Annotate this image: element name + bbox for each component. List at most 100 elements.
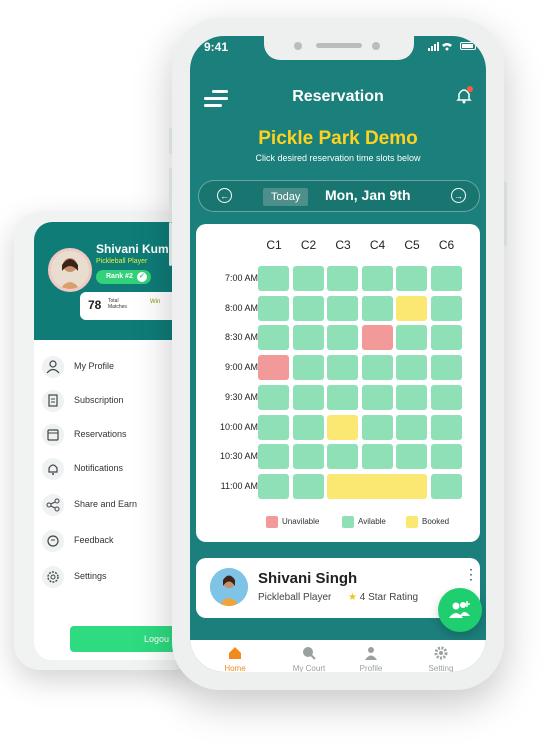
nav-label: Setting [428,664,454,672]
time-slot-available[interactable] [258,295,289,321]
time-slot-available[interactable] [258,473,289,499]
power-button [504,182,507,246]
avatar [210,568,248,606]
time-slot-available[interactable] [258,444,289,470]
star-icon: ★ [348,592,357,603]
paddle-icon [302,646,316,660]
reservation-screen: 9:41 Reservation Pickle Park Demo Click … [190,36,486,672]
share-icon [42,494,64,516]
time-slot-available[interactable] [430,384,462,410]
speaker [316,43,362,48]
time-slot-available[interactable] [258,414,289,440]
time-slot-available[interactable] [430,414,462,440]
time-slot-available[interactable] [327,384,358,410]
gear-icon [434,646,448,660]
menu-label: Settings [74,571,107,581]
time-slot-available[interactable] [258,325,289,351]
time-slot-unavailable [258,355,289,381]
more-options-icon[interactable]: ⋮ [464,566,478,583]
time-slot-available[interactable] [292,325,324,351]
time-slot-available[interactable] [396,266,427,291]
nav-label: Profile [359,664,383,672]
time-slot-available[interactable] [361,384,393,410]
nav-setting[interactable]: Setting [404,646,478,672]
camera [372,42,380,50]
previous-day-icon[interactable]: ← [217,188,232,203]
time-slot-available[interactable] [327,266,358,291]
total-matches-label: Total Matches [108,298,127,310]
time-slot-label: 8:00 AM [224,302,258,313]
time-slot-available[interactable] [396,444,427,470]
menu-label: Reservations [74,429,127,439]
bell-icon [42,458,64,480]
time-slot-available[interactable] [430,355,462,381]
time-slot-available[interactable] [292,414,324,440]
home-icon [228,646,242,660]
calendar-icon [42,424,64,446]
time-slot-available[interactable] [258,266,289,291]
time-slot-available[interactable] [292,444,324,470]
selected-date: Mon, Jan 9th [325,187,411,203]
next-day-icon[interactable]: → [451,188,466,203]
time-slot-available[interactable] [327,295,358,321]
court-header: C4 [369,238,386,252]
page-title: Reservation [292,88,384,105]
side-menu-user-name: Shivani Kum [96,242,169,256]
legend-label-unavailable: Unavilable [282,517,320,526]
time-slot-available[interactable] [430,295,462,321]
time-slot-available[interactable] [361,355,393,381]
legend-label-available: Avilable [358,517,386,526]
time-slot-available[interactable] [361,295,393,321]
time-slot-available[interactable] [361,266,393,291]
side-menu-user-role: Pickleball Player [96,258,148,265]
time-slot-label: 8:30 AM [224,332,258,343]
time-slot-label: 9:30 AM [224,391,258,402]
notification-badge [467,86,473,92]
time-slot-available[interactable] [396,355,427,381]
time-slot-available[interactable] [327,355,358,381]
notch [264,36,414,60]
time-slot-available[interactable] [430,473,462,499]
time-slot-label: 11:00 AM [220,480,258,491]
legend-label-booked: Booked [422,517,450,526]
club-title: Pickle Park Demo [258,128,418,149]
today-button[interactable]: Today [263,188,309,206]
time-slot-available[interactable] [430,444,462,470]
court-header: C5 [404,238,420,252]
time-slot-available[interactable] [361,414,393,440]
time-slot-available[interactable] [327,444,358,470]
rank-label: Rank #2 [106,273,133,280]
back-phone-frame: Shivani Kum Pickleball Player Rank #2 ✓ … [14,212,204,670]
time-slot-available[interactable] [327,325,358,351]
time-slot-available[interactable] [430,325,462,351]
add-players-button[interactable] [438,588,482,632]
time-slot-available[interactable] [396,414,427,440]
nav-profile[interactable]: Profile [334,646,408,672]
time-slot-label: 7:00 AM [224,273,258,283]
court-header: C3 [335,238,351,252]
gear-icon [42,566,64,588]
time-slot-available[interactable] [292,473,324,499]
time-slot-available[interactable] [396,325,427,351]
time-slot-available[interactable] [430,266,462,291]
time-slot-available[interactable] [292,295,324,321]
court-header: C1 [266,238,282,252]
volume-up-button [169,168,172,212]
user-name: Shivani Singh [258,570,358,587]
time-slot-available[interactable] [292,355,324,381]
time-slot-available[interactable] [292,384,324,410]
time-slot-available[interactable] [258,384,289,410]
time-slot-label: 10:30 AM [219,451,258,462]
nav-home[interactable]: Home [198,646,272,672]
time-slot-available[interactable] [396,384,427,410]
document-icon [42,390,64,412]
time-slot-unavailable [361,325,393,351]
nav-label: Home [224,664,246,672]
front-phone-frame: 9:41 Reservation Pickle Park Demo Click … [169,18,507,690]
time-slot-available[interactable] [361,444,393,470]
rank-badge: Rank #2 ✓ [96,270,151,284]
volume-down-button [169,222,172,266]
win-label: Win [150,299,161,305]
bottom-navigation: Home My Court Profile Setting [190,640,486,672]
time-slot-available[interactable] [292,266,324,291]
